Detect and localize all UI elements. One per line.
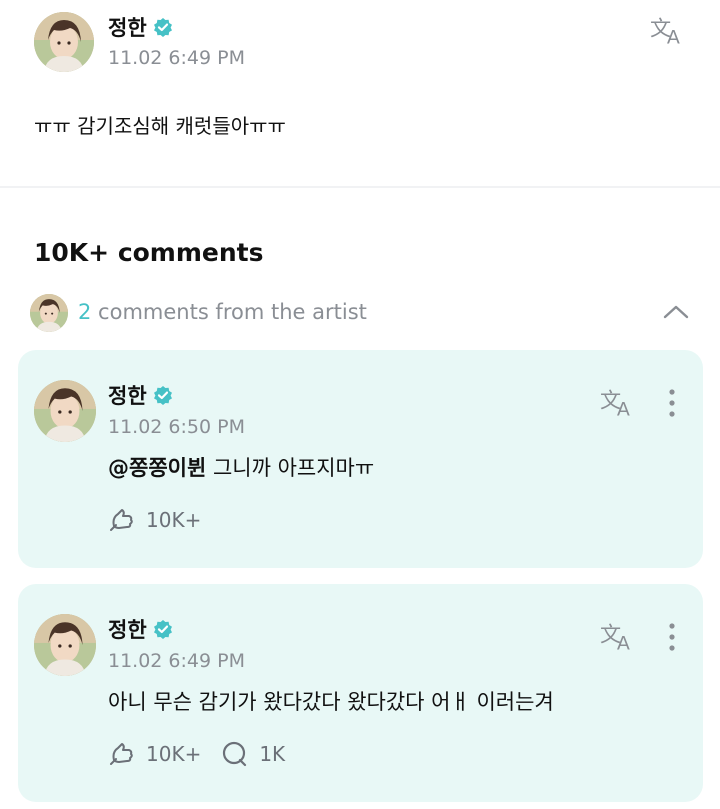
like-icon: [108, 506, 136, 534]
artist-comment-card: 정한 11.02 6:50 PM @쫑쫑이뷘 그니까 아프지마ㅠ 10K+: [18, 350, 703, 568]
author-avatar[interactable]: [34, 380, 96, 442]
artist-comment-count: 2: [78, 300, 92, 324]
more-options-icon[interactable]: [666, 622, 678, 652]
comments-title: 10K+ comments: [34, 238, 264, 267]
artist-comment-card: 정한 11.02 6:49 PM 아니 무슨 감기가 왔다갔다 왔다갔다 어ㅐ …: [18, 584, 703, 802]
author-name-row[interactable]: 정한: [108, 12, 173, 42]
more-options-icon[interactable]: [666, 388, 678, 418]
author-name[interactable]: 정한: [108, 12, 147, 42]
author-name-row[interactable]: 정한: [108, 614, 173, 644]
comment-text: 아니 무슨 감기가 왔다갔다 왔다갔다 어ㅐ 이러는겨: [108, 690, 554, 714]
like-count: 10K+: [146, 508, 202, 532]
verified-badge-icon: [153, 17, 173, 37]
reply-button[interactable]: 1K: [221, 740, 285, 768]
like-button[interactable]: 10K+: [108, 506, 201, 534]
artist-comments-text: comments from the artist: [91, 300, 367, 324]
comment-stats: 10K+ 1K: [108, 740, 285, 768]
comment-body: 그니까 아프지마ㅠ: [206, 456, 375, 480]
author-name[interactable]: 정한: [108, 614, 147, 644]
verified-badge-icon: [153, 385, 173, 405]
artist-avatar: [30, 294, 68, 332]
post-body: ㅠㅠ 감기조심해 캐럿들아ㅠㅠ: [34, 114, 286, 138]
author-avatar[interactable]: [34, 614, 96, 676]
verified-badge-icon: [153, 619, 173, 639]
author-avatar[interactable]: [34, 12, 94, 72]
author-name-row[interactable]: 정한: [108, 380, 173, 410]
comment-time: 11.02 6:50 PM: [108, 416, 245, 438]
like-icon: [108, 740, 136, 768]
translate-icon[interactable]: [650, 14, 688, 46]
comment-icon: [221, 740, 249, 768]
reply-count: 1K: [259, 742, 286, 766]
mention-link[interactable]: @쫑쫑이뷘: [108, 456, 206, 480]
post: 정한 11.02 6:49 PM ㅠㅠ 감기조심해 캐럿들아ㅠㅠ: [0, 0, 720, 186]
chevron-up-icon[interactable]: [662, 300, 690, 324]
translate-icon[interactable]: [600, 620, 638, 652]
comment-text: @쫑쫑이뷘 그니까 아프지마ㅠ: [108, 452, 374, 482]
like-count: 10K+: [146, 742, 202, 766]
author-name[interactable]: 정한: [108, 380, 147, 410]
like-button[interactable]: 10K+: [108, 740, 201, 768]
post-time: 11.02 6:49 PM: [108, 47, 245, 69]
comment-stats: 10K+: [108, 506, 201, 534]
artist-comments-toggle[interactable]: 2 comments from the artist: [30, 294, 690, 332]
section-divider: [0, 186, 720, 188]
comment-time: 11.02 6:49 PM: [108, 650, 245, 672]
translate-icon[interactable]: [600, 386, 638, 418]
artist-comments-label: 2 comments from the artist: [78, 300, 367, 324]
